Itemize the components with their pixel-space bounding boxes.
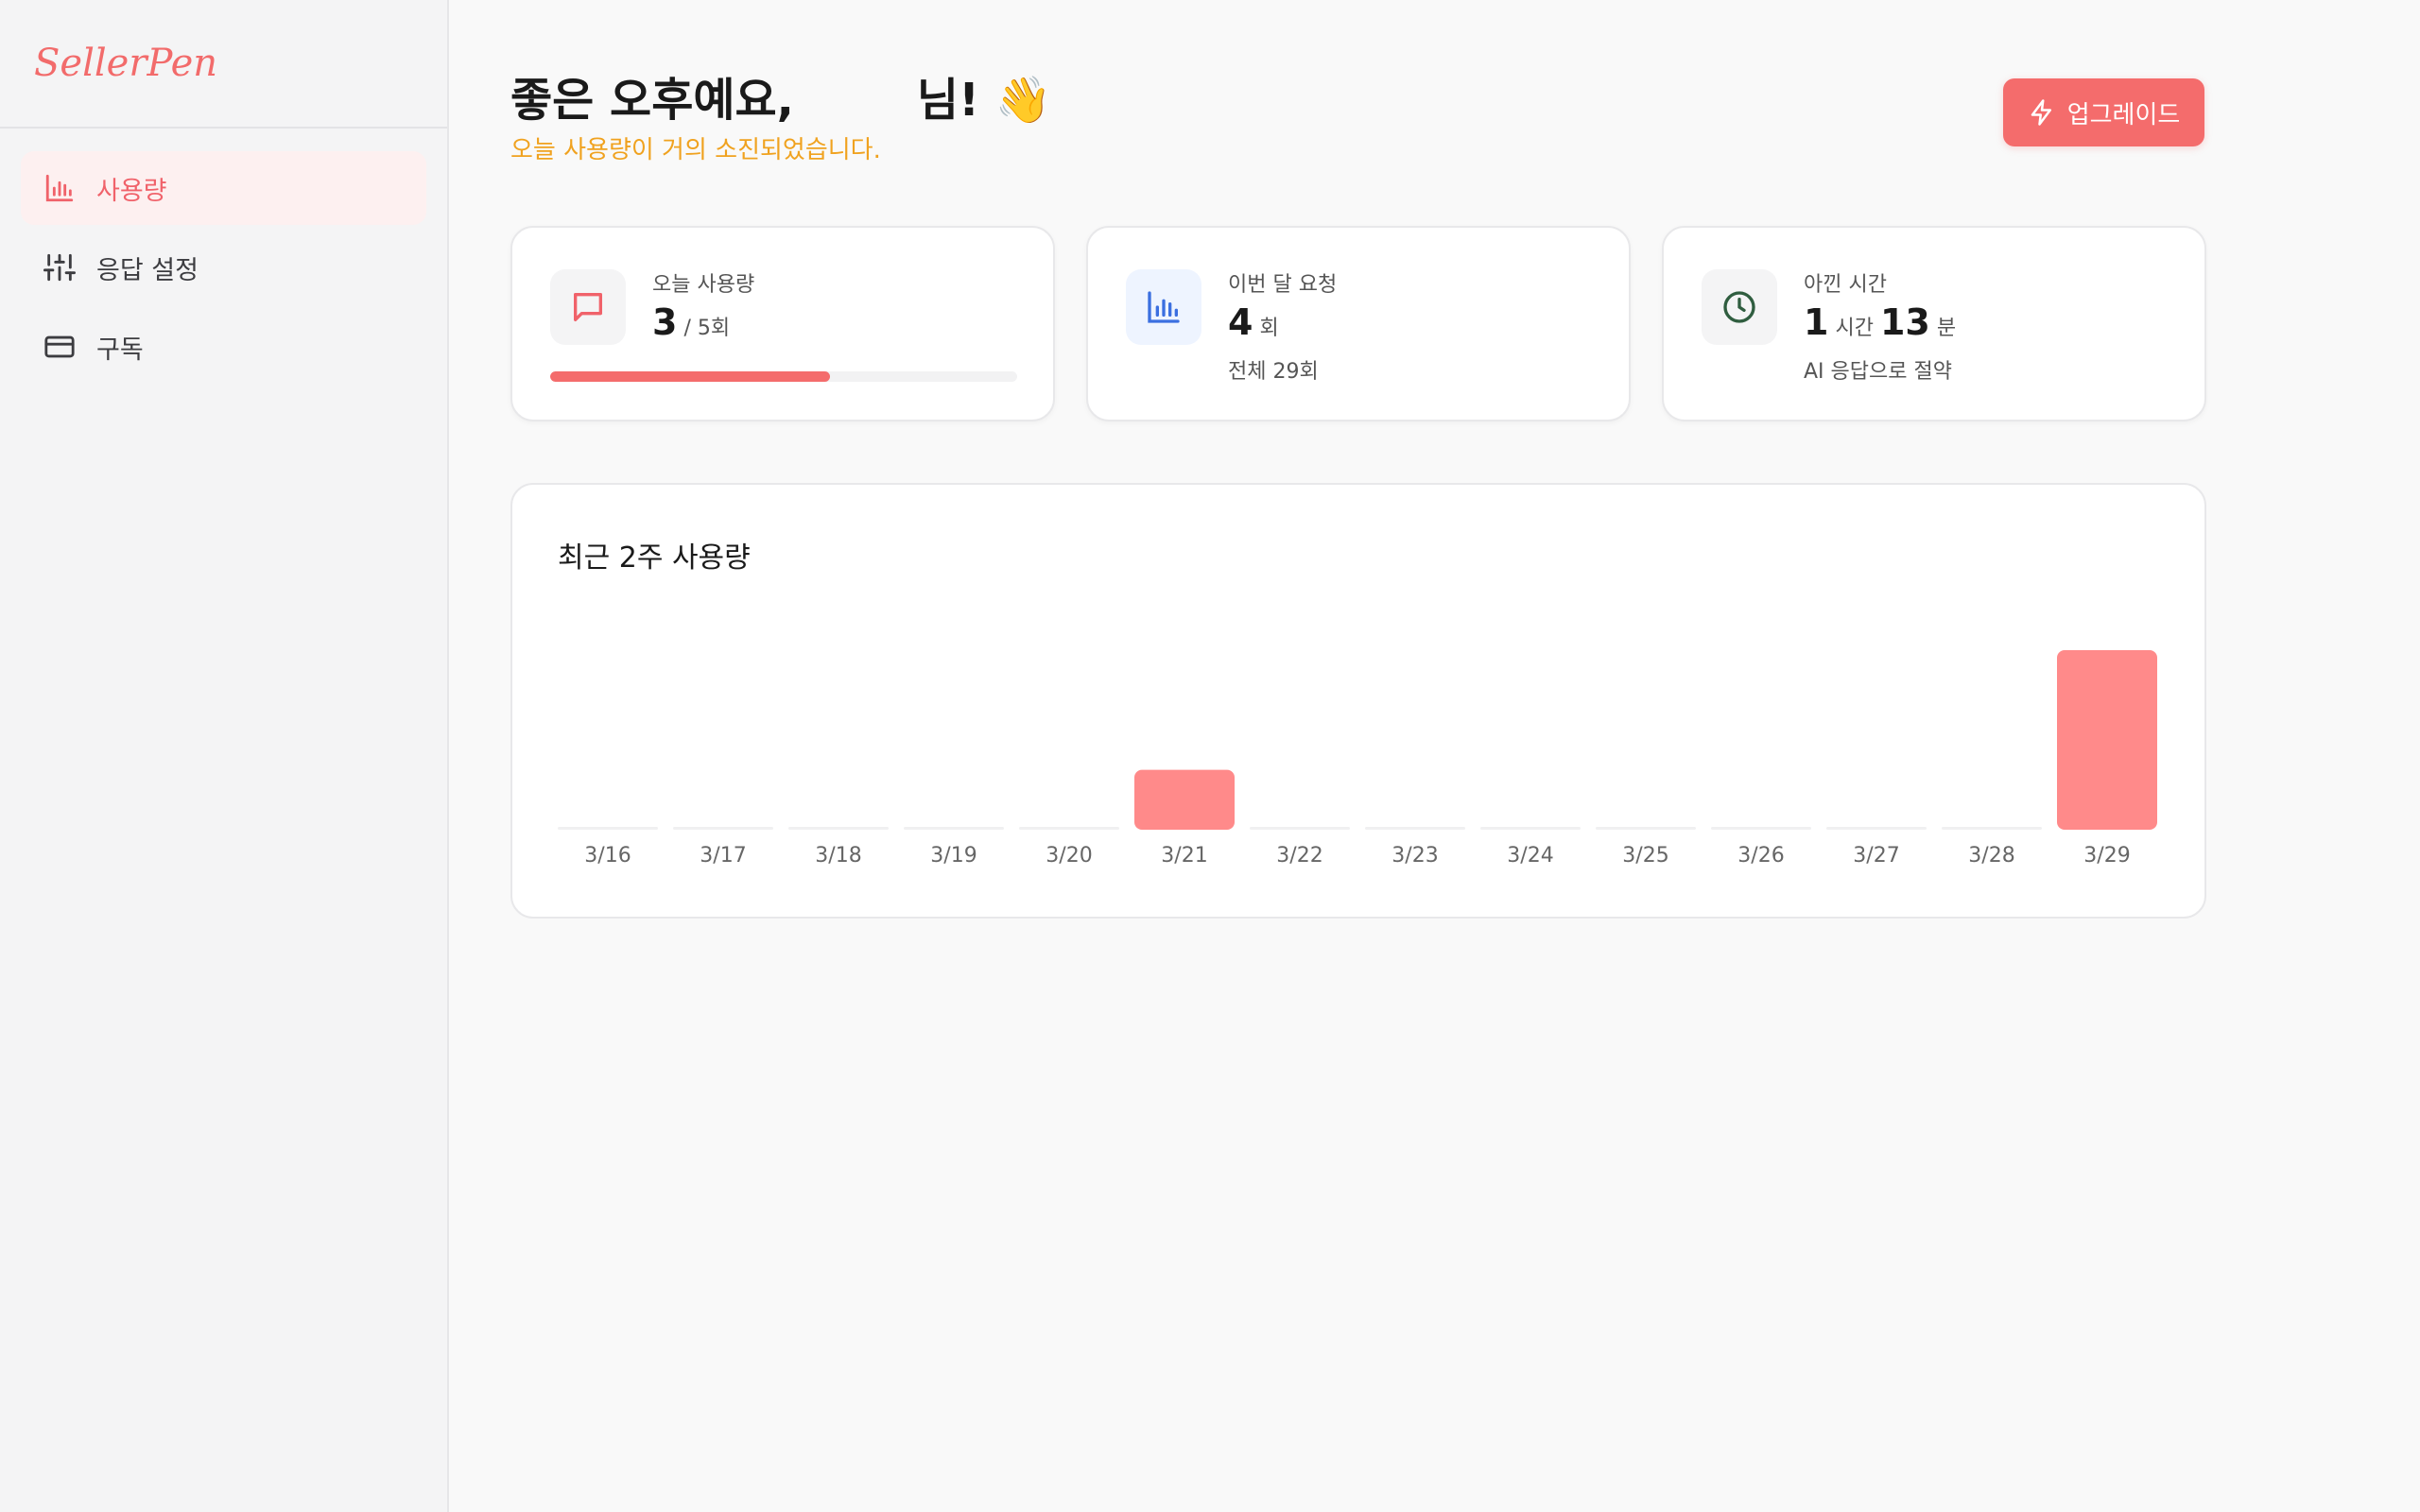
month-unit: 회 — [1259, 317, 1279, 340]
month-count: 4 — [1228, 301, 1253, 343]
sidebar-item-label: 구독 — [96, 335, 144, 365]
x-tick-label: 3/27 — [1853, 844, 1899, 868]
chart-bar — [1711, 827, 1811, 830]
x-tick-label: 3/20 — [1046, 844, 1092, 868]
chart-bar — [1365, 827, 1465, 830]
card-label: 이번 달 요청 — [1228, 273, 1338, 297]
sidebar-item-subscription[interactable]: 구독 — [21, 310, 426, 384]
chart-bar — [1134, 769, 1235, 830]
bar-chart-icon — [45, 174, 74, 202]
x-tick-label: 3/24 — [1507, 844, 1553, 868]
chart-bar — [904, 827, 1004, 830]
x-tick-label: 3/22 — [1276, 844, 1322, 868]
x-tick-label: 3/23 — [1392, 844, 1438, 868]
chart-bar — [1019, 827, 1119, 830]
icon-box — [1126, 269, 1201, 345]
chart-bar — [788, 827, 889, 830]
x-tick-label: 3/26 — [1737, 844, 1784, 868]
chat-bubble-icon — [574, 293, 602, 321]
today-limit: / 5회 — [683, 317, 731, 340]
card-label: 아낀 시간 — [1804, 273, 1887, 297]
x-tick-label: 3/21 — [1161, 844, 1207, 868]
chart-bar — [1250, 827, 1350, 830]
x-tick-label: 3/17 — [700, 844, 746, 868]
usage-bar-chart: 3/16 3/17 3/18 3/19 3/20 3/21 3/22 3/23 3/24 3/25… — [558, 650, 2157, 868]
greeting-suffix: 님! 👋 — [916, 74, 1052, 127]
usage-chart-card: 최근 2주 사용량 3/16 3/17 3/18 3/19 3/20 3/21 3/22 3/… — [510, 483, 2206, 919]
monthly-requests-card: 이번 달 요청 4 회 전체 29회 — [1086, 226, 1631, 421]
card-value: 3 / 5회 — [652, 301, 730, 343]
greeting-prefix: 좋은 오후예요, — [510, 74, 794, 127]
chart-bar — [558, 827, 658, 830]
upgrade-label: 업그레이드 — [2066, 100, 2181, 129]
upgrade-button[interactable]: 업그레이드 — [2003, 78, 2204, 146]
chart-bar — [1826, 827, 1927, 830]
saved-minutes-unit: 분 — [1936, 317, 1957, 340]
card-value: 4 회 — [1228, 301, 1279, 343]
icon-box — [1702, 269, 1777, 345]
usage-progress-bar — [550, 371, 1017, 382]
sidebar-item-label: 응답 설정 — [96, 255, 199, 285]
app-logo[interactable]: SellerPen — [0, 0, 447, 129]
lightning-icon — [2031, 99, 2051, 126]
sidebar-item-response-settings[interactable]: 응답 설정 — [21, 231, 426, 304]
sidebar-item-label: 사용량 — [96, 176, 167, 206]
saved-minutes: 13 — [1879, 301, 1930, 343]
card-subtext: AI 응답으로 절약 — [1804, 360, 1952, 384]
x-tick-label: 3/16 — [584, 844, 631, 868]
chart-bar — [673, 827, 773, 830]
card-label: 오늘 사용량 — [652, 273, 755, 297]
chart-bar — [1480, 827, 1581, 830]
usage-progress-fill — [550, 371, 831, 382]
sliders-icon — [43, 253, 76, 282]
time-saved-card: 아낀 시간 1 시간 13 분 AI 응답으로 절약 — [1662, 226, 2206, 421]
today-count: 3 — [652, 301, 678, 343]
sidebar: SellerPen 사용량 응답 설정 구독 — [0, 0, 449, 1512]
chart-bar — [1596, 827, 1696, 830]
clock-icon — [1723, 291, 1755, 323]
main-content: 좋은 오후예요, 님! 👋 오늘 사용량이 거의 소진되었습니다. 업그레이드 … — [450, 0, 2420, 1512]
icon-box — [550, 269, 626, 345]
credit-card-icon — [44, 335, 75, 358]
x-tick-label: 3/25 — [1622, 844, 1668, 868]
saved-hours: 1 — [1804, 301, 1829, 343]
bar-chart-icon — [1148, 291, 1180, 323]
sidebar-nav: 사용량 응답 설정 구독 — [0, 129, 447, 412]
usage-warning: 오늘 사용량이 거의 소진되었습니다. — [510, 136, 881, 164]
x-tick-label: 3/18 — [815, 844, 861, 868]
today-usage-card: 오늘 사용량 3 / 5회 — [510, 226, 1055, 421]
chart-bar — [1942, 827, 2042, 830]
x-tick-label: 3/29 — [2083, 844, 2130, 868]
sidebar-item-usage[interactable]: 사용량 — [21, 151, 426, 225]
card-value: 1 시간 13 분 — [1804, 301, 1956, 343]
page-title: 좋은 오후예요, 님! 👋 — [510, 62, 1051, 129]
saved-hours-unit: 시간 — [1835, 317, 1874, 340]
x-tick-label: 3/28 — [1968, 844, 2014, 868]
card-subtext: 전체 29회 — [1228, 360, 1319, 384]
x-tick-label: 3/19 — [930, 844, 977, 868]
chart-bar — [2057, 650, 2157, 830]
